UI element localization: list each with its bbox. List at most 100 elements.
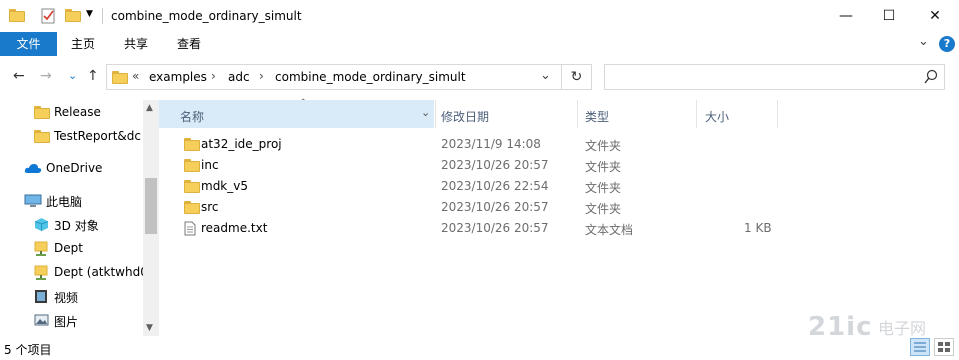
column-separator[interactable] xyxy=(777,100,778,128)
chevron-right-icon[interactable]: › xyxy=(211,69,216,83)
file-type: 文件夹 xyxy=(585,160,622,174)
nav-item-label: 此电脑 xyxy=(46,195,83,209)
folder-icon xyxy=(112,71,128,84)
file-list: ^ 名称 ⌄ 修改日期 类型 大小 at32_ide_proj 2023/11/… xyxy=(159,98,959,336)
folder-icon xyxy=(184,159,200,172)
folder-icon xyxy=(34,106,50,119)
nav-item-label: 3D 对象 xyxy=(54,219,99,233)
nav-item-3d-objects[interactable]: 3D 对象 xyxy=(0,213,143,235)
nav-item-dept-atktwhd[interactable]: Dept (atktwhd0 xyxy=(0,261,143,283)
watermark-logo: 21ic xyxy=(808,312,873,342)
table-row[interactable]: mdk_v5 2023/10/26 22:54 文件夹 xyxy=(159,176,959,197)
large-icons-view-button[interactable] xyxy=(934,338,954,356)
folder-icon xyxy=(184,180,200,193)
refresh-button[interactable]: ↻ xyxy=(562,64,592,90)
title-bar: ▼ combine_mode_ordinary_simult — ☐ ✕ xyxy=(0,0,959,32)
breadcrumb-current[interactable]: combine_mode_ordinary_simult xyxy=(275,70,466,84)
nav-item-label: Release xyxy=(54,105,101,119)
search-input[interactable] xyxy=(604,64,945,90)
nav-item-pictures[interactable]: 图片 xyxy=(0,309,143,331)
tab-share[interactable]: 共享 xyxy=(117,32,155,56)
table-row[interactable]: inc 2023/10/26 20:57 文件夹 xyxy=(159,155,959,176)
quick-access-dropdown-icon[interactable]: ▼ xyxy=(86,9,93,19)
chevron-down-icon[interactable]: ⌄ xyxy=(421,106,430,119)
tab-view[interactable]: 查看 xyxy=(170,32,208,56)
breadcrumb-examples[interactable]: examples xyxy=(149,70,207,84)
close-button[interactable]: ✕ xyxy=(912,0,958,32)
maximize-button[interactable]: ☐ xyxy=(866,0,912,32)
column-header-name[interactable]: 名称 ⌄ xyxy=(159,100,434,128)
large-icons-view-icon xyxy=(938,342,950,352)
network-folder-icon xyxy=(34,241,48,256)
new-folder-icon[interactable] xyxy=(65,9,81,22)
nav-item-release[interactable]: Release xyxy=(0,101,143,123)
chevron-right-icon[interactable]: › xyxy=(259,69,264,83)
file-name: at32_ide_proj xyxy=(201,137,282,151)
watermark-text: 电子网 xyxy=(878,319,927,338)
scroll-up-icon[interactable]: ▲ xyxy=(146,103,153,113)
file-type: 文本文档 xyxy=(585,223,634,237)
nav-item-this-pc[interactable]: 此电脑 xyxy=(0,189,143,211)
details-view-button[interactable] xyxy=(910,338,930,356)
file-name: readme.txt xyxy=(201,221,268,235)
help-icon[interactable]: ? xyxy=(939,36,955,52)
tab-home[interactable]: 主页 xyxy=(64,32,102,56)
file-date: 2023/11/9 14:08 xyxy=(441,137,541,151)
3d-objects-icon xyxy=(34,218,49,231)
file-type: 文件夹 xyxy=(585,181,622,195)
scrollbar-thumb[interactable] xyxy=(145,178,157,234)
title-separator xyxy=(102,8,103,24)
folder-icon xyxy=(9,9,25,22)
column-header-type[interactable]: 类型 xyxy=(578,100,696,128)
scroll-down-icon[interactable]: ▼ xyxy=(146,323,153,333)
item-count: 5 个项目 xyxy=(4,343,52,357)
back-button[interactable]: ← xyxy=(13,68,25,84)
column-header-size[interactable]: 大小 xyxy=(697,100,777,128)
nav-item-label: Dept xyxy=(54,241,83,255)
folder-icon xyxy=(184,138,200,151)
column-header-date[interactable]: 修改日期 xyxy=(436,100,577,128)
forward-button[interactable]: → xyxy=(40,68,52,84)
tab-file[interactable]: 文件 xyxy=(0,32,57,56)
file-name: mdk_v5 xyxy=(201,179,248,193)
address-bar[interactable]: « examples › adc › combine_mode_ordinary… xyxy=(106,64,562,90)
folder-icon xyxy=(184,201,200,214)
search-icon xyxy=(924,69,938,84)
recent-locations-button[interactable]: ⌄ xyxy=(68,69,77,82)
minimize-button[interactable]: — xyxy=(823,0,869,32)
file-date: 2023/10/26 20:57 xyxy=(441,221,549,235)
nav-item-onedrive[interactable]: OneDrive xyxy=(0,157,143,179)
nav-item-dept[interactable]: Dept xyxy=(0,237,143,259)
file-type: 文件夹 xyxy=(585,139,622,153)
table-row[interactable]: readme.txt 2023/10/26 20:57 文本文档 1 KB xyxy=(159,218,959,239)
file-name: inc xyxy=(201,158,219,172)
file-size: 1 KB xyxy=(744,221,772,235)
text-file-icon xyxy=(184,221,196,236)
nav-item-label: OneDrive xyxy=(46,161,103,175)
nav-item-videos[interactable]: 视频 xyxy=(0,285,143,307)
address-toolbar: ← → ⌄ ↑ « examples › adc › combine_mode_… xyxy=(0,56,959,100)
table-row[interactable]: at32_ide_proj 2023/11/9 14:08 文件夹 xyxy=(159,134,959,155)
ribbon-expand-icon[interactable]: ⌄ xyxy=(918,34,929,49)
window-title: combine_mode_ordinary_simult xyxy=(111,9,302,23)
nav-scrollbar[interactable]: ▲ ▼ xyxy=(143,100,159,336)
up-button[interactable]: ↑ xyxy=(87,68,99,84)
videos-icon xyxy=(35,290,47,303)
nav-item-testreport[interactable]: TestReport&dc xyxy=(0,125,143,147)
file-type: 文件夹 xyxy=(585,202,622,216)
address-dropdown-icon[interactable]: ⌄ xyxy=(540,68,551,83)
pictures-icon xyxy=(34,314,49,326)
nav-item-label: 图片 xyxy=(54,315,79,329)
onedrive-icon xyxy=(24,164,42,173)
nav-item-label: Dept (atktwhd0 xyxy=(54,265,143,279)
network-folder-icon xyxy=(34,265,48,280)
breadcrumb-overflow[interactable]: « xyxy=(132,69,139,83)
file-date: 2023/10/26 20:57 xyxy=(441,200,549,214)
file-date: 2023/10/26 20:57 xyxy=(441,158,549,172)
table-row[interactable]: src 2023/10/26 20:57 文件夹 xyxy=(159,197,959,218)
properties-icon[interactable] xyxy=(41,8,56,24)
breadcrumb-adc[interactable]: adc xyxy=(228,70,250,84)
this-pc-icon xyxy=(24,194,42,207)
nav-item-label: TestReport&dc xyxy=(54,129,141,143)
nav-item-label: 视频 xyxy=(54,291,79,305)
